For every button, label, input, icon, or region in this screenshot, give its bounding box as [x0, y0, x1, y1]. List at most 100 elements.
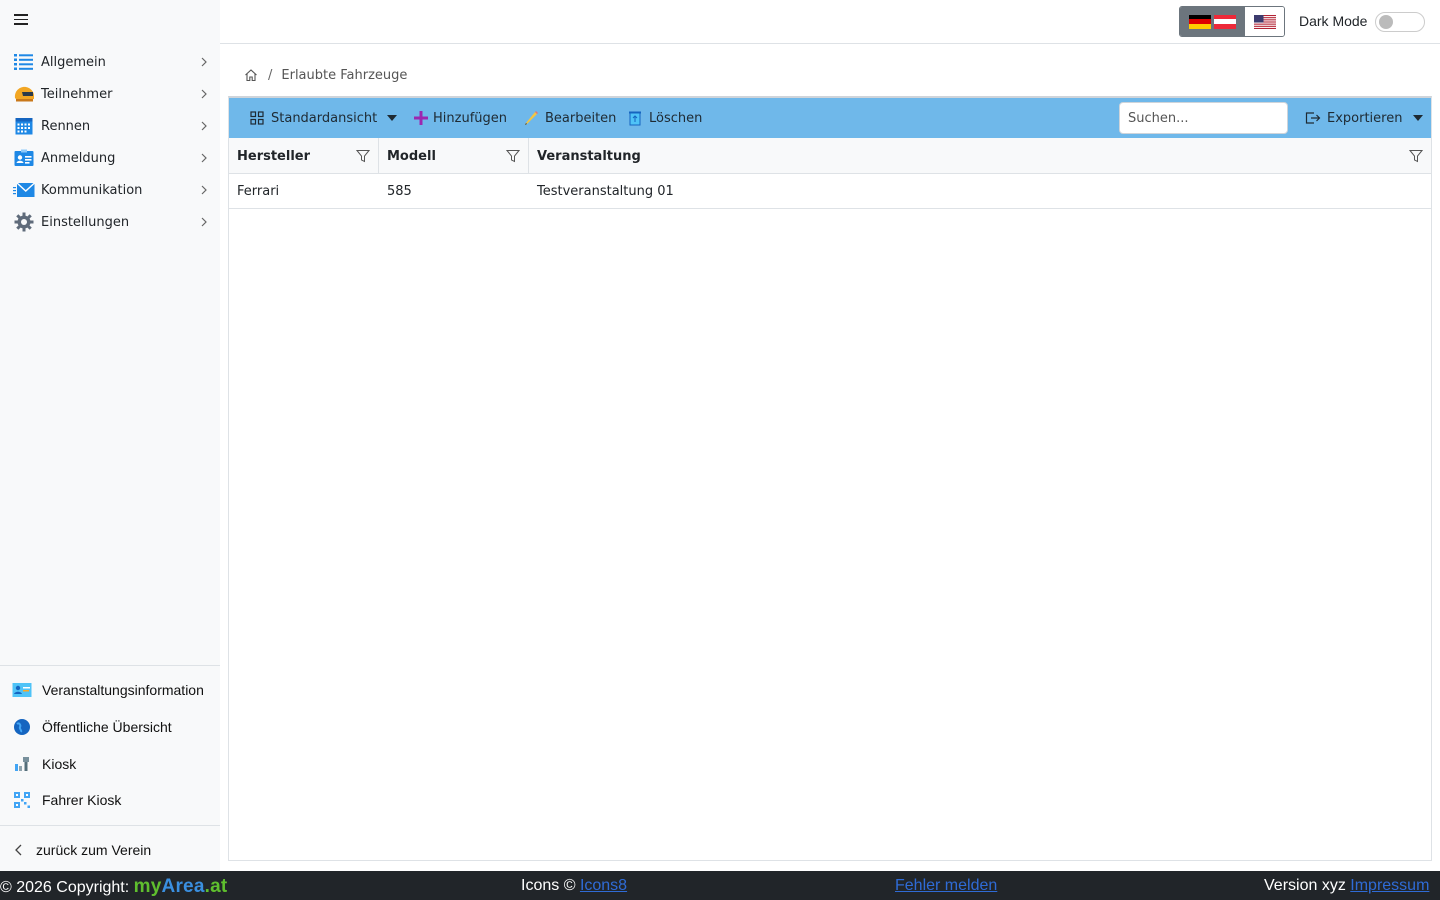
export-icon — [1305, 110, 1321, 126]
chevron-right-icon — [201, 185, 207, 195]
edit-label: Bearbeiten — [545, 110, 617, 126]
helmet-icon — [13, 84, 35, 104]
brand-at: .at — [204, 876, 228, 897]
plus-icon — [413, 110, 429, 126]
chevron-right-icon — [201, 217, 207, 227]
impressum-link[interactable]: Impressum — [1350, 877, 1429, 894]
caret-down-icon — [387, 115, 398, 121]
event-info-icon — [12, 680, 32, 700]
brand-my: my — [133, 876, 162, 897]
home-icon[interactable] — [244, 68, 258, 82]
column-header-hersteller[interactable]: Hersteller — [229, 138, 379, 174]
sidebar-bottom-nav: Veranstaltungsinformation Öffentliche Üb… — [0, 672, 220, 819]
back-label: zurück zum Verein — [36, 842, 152, 858]
table-header: Hersteller Modell Veranstaltung — [229, 138, 1431, 174]
column-header-label: Veranstaltung — [537, 148, 641, 164]
sidebar-item-oeffentliche-uebersicht[interactable]: Öffentliche Übersicht — [0, 709, 220, 746]
sidebar-item-kiosk[interactable]: Kiosk — [0, 745, 220, 782]
data-grid: Standardansicht Hinzufügen Bearbeiten Lö… — [228, 96, 1432, 861]
version-info: Version xyz Impressum — [1264, 877, 1429, 895]
top-bar: Dark Mode — [220, 0, 1440, 44]
sidebar-item-kommunikation[interactable]: Kommunikation — [0, 174, 220, 206]
breadcrumb: / Erlaubte Fahrzeuge — [244, 66, 407, 84]
column-header-label: Modell — [387, 148, 436, 164]
dark-mode-label: Dark Mode — [1299, 13, 1368, 29]
dark-mode-toggle[interactable] — [1375, 12, 1425, 32]
sidebar: Allgemein Teilnehmer Rennen Anmeldung Ko… — [0, 0, 220, 871]
sidebar-item-fahrer-kiosk[interactable]: Fahrer Kiosk — [0, 782, 220, 819]
search-input[interactable] — [1119, 102, 1288, 134]
divider — [0, 825, 220, 826]
hamburger-menu-icon[interactable] — [14, 14, 28, 26]
sidebar-item-allgemein[interactable]: Allgemein — [0, 46, 220, 78]
sidebar-item-teilnehmer[interactable]: Teilnehmer — [0, 78, 220, 110]
chevron-right-icon — [201, 57, 207, 67]
toggle-knob — [1379, 15, 1393, 29]
breadcrumb-separator: / — [268, 67, 273, 83]
sidebar-item-label: Einstellungen — [41, 214, 130, 230]
back-to-club-link[interactable]: zurück zum Verein — [12, 840, 151, 860]
filter-icon[interactable] — [1409, 149, 1423, 163]
sidebar-item-einstellungen[interactable]: Einstellungen — [0, 206, 220, 238]
sidebar-item-label: Allgemein — [41, 54, 106, 70]
filter-icon[interactable] — [356, 149, 370, 163]
austria-flag-icon — [1214, 14, 1236, 29]
icons-credit: Icons © Icons8 — [521, 877, 627, 895]
delete-label: Löschen — [649, 110, 703, 126]
delete-button[interactable]: Löschen — [627, 98, 702, 138]
sidebar-item-label: Teilnehmer — [41, 86, 113, 102]
kiosk-icon — [12, 754, 32, 774]
sidebar-nav: Allgemein Teilnehmer Rennen Anmeldung Ko… — [0, 46, 220, 238]
footer: © 2026 Copyright: myArea.at Icons © Icon… — [0, 871, 1440, 900]
language-switcher — [1179, 6, 1285, 37]
sidebar-item-anmeldung[interactable]: Anmeldung — [0, 142, 220, 174]
sidebar-item-label: Kommunikation — [41, 182, 143, 198]
icons8-link[interactable]: Icons8 — [580, 877, 627, 894]
sidebar-item-label: Rennen — [41, 118, 91, 134]
sidebar-item-label: Kiosk — [42, 755, 77, 772]
export-label: Exportieren — [1327, 110, 1403, 126]
divider — [0, 665, 220, 666]
column-header-modell[interactable]: Modell — [379, 138, 529, 174]
sidebar-item-rennen[interactable]: Rennen — [0, 110, 220, 142]
chevron-right-icon — [201, 89, 207, 99]
export-button[interactable]: Exportieren — [1305, 98, 1424, 138]
table-row[interactable]: Ferrari 585 Testveranstaltung 01 — [229, 174, 1431, 209]
edit-button[interactable]: Bearbeiten — [523, 98, 616, 138]
pencil-icon — [523, 110, 539, 126]
chevron-right-icon — [201, 153, 207, 163]
grid-view-icon — [249, 110, 265, 126]
language-en-button[interactable] — [1245, 7, 1284, 36]
table-cell: Ferrari — [237, 183, 280, 199]
sidebar-item-veranstaltungsinformation[interactable]: Veranstaltungsinformation — [0, 672, 220, 709]
column-header-label: Hersteller — [237, 148, 311, 164]
id-card-icon — [13, 148, 35, 168]
table-cell: 585 — [387, 183, 412, 199]
recycle-bin-icon — [627, 110, 643, 126]
icons-credit-label: Icons © — [521, 877, 576, 894]
grid-toolbar: Standardansicht Hinzufügen Bearbeiten Lö… — [229, 98, 1431, 138]
column-header-veranstaltung[interactable]: Veranstaltung — [529, 138, 1431, 174]
brand-logo: myArea.at — [134, 876, 228, 897]
add-label: Hinzufügen — [433, 110, 507, 126]
add-button[interactable]: Hinzufügen — [413, 98, 507, 138]
report-error-link[interactable]: Fehler melden — [895, 877, 997, 895]
envelope-icon — [13, 180, 35, 200]
us-flag-icon — [1253, 14, 1276, 29]
brand-area: Area — [161, 876, 205, 897]
copyright-text: © 2026 Copyright: myArea.at — [0, 876, 227, 898]
chevron-right-icon — [201, 121, 207, 131]
filter-icon[interactable] — [506, 149, 520, 163]
chevron-left-icon — [15, 844, 22, 856]
sidebar-item-label: Fahrer Kiosk — [42, 792, 122, 809]
view-selector-button[interactable]: Standardansicht — [249, 98, 398, 138]
sidebar-item-label: Öffentliche Übersicht — [42, 719, 172, 736]
caret-down-icon — [1413, 115, 1424, 121]
sidebar-item-label: Anmeldung — [41, 150, 116, 166]
list-icon — [13, 52, 35, 72]
breadcrumb-current: Erlaubte Fahrzeuge — [281, 67, 408, 83]
language-de-at-button[interactable] — [1180, 7, 1245, 36]
qr-code-icon — [12, 790, 32, 810]
version-label: Version xyz — [1264, 877, 1346, 894]
germany-flag-icon — [1189, 14, 1211, 29]
